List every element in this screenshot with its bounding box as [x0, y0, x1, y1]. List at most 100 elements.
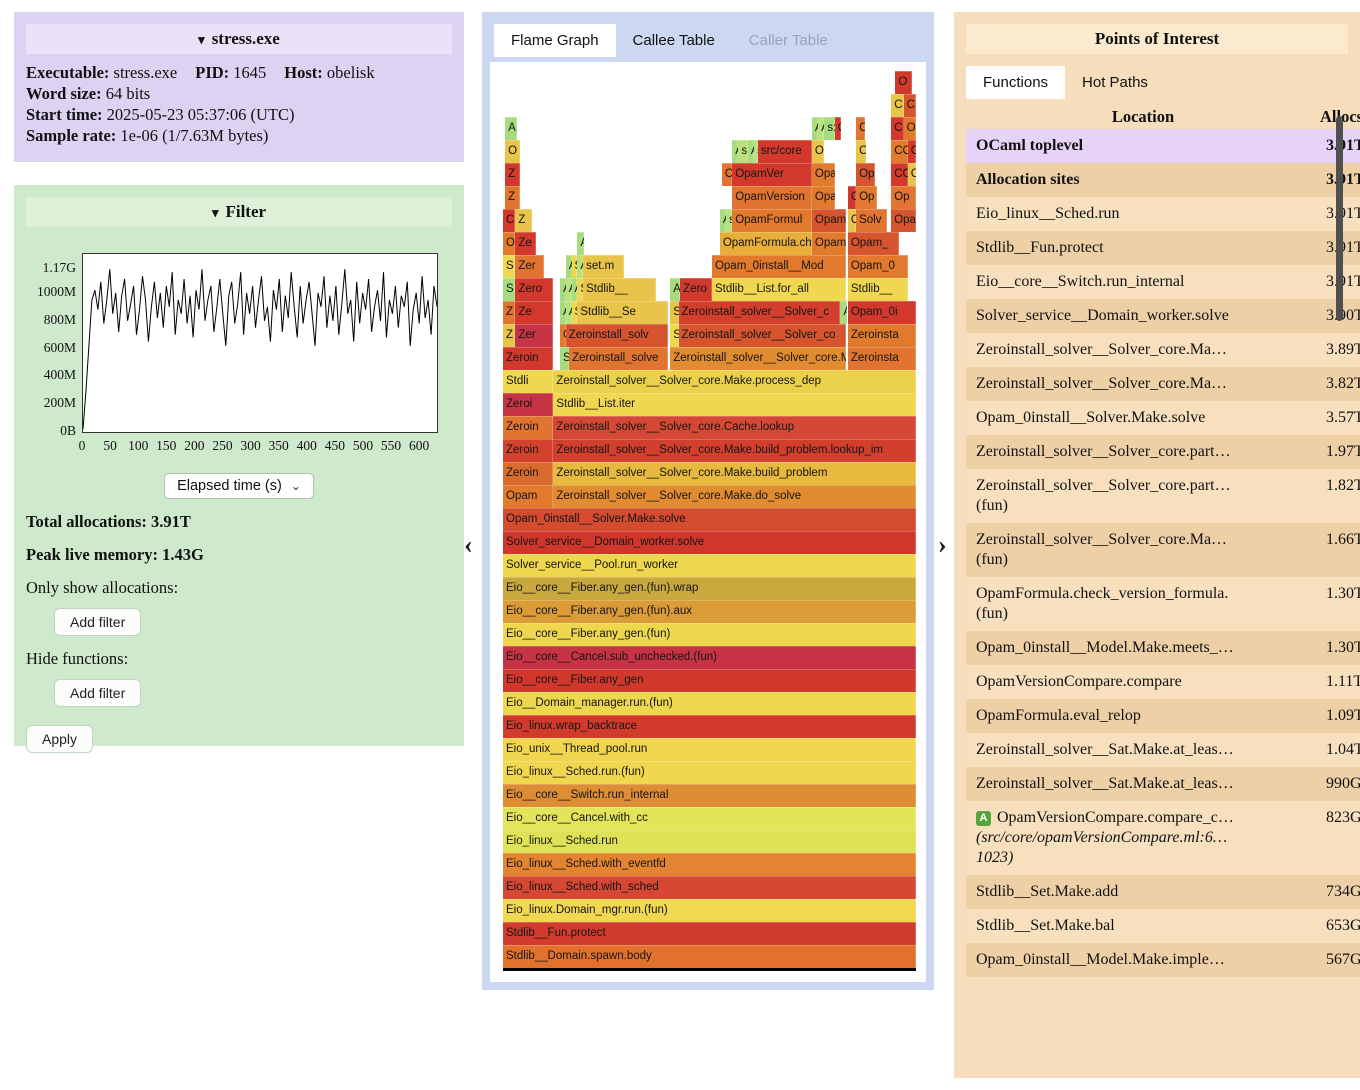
add-allocation-filter-button[interactable]: Add filter: [54, 608, 141, 636]
flame-segment[interactable]: Opam_0install__Mod: [712, 255, 846, 278]
flame-segment[interactable]: Ze: [515, 232, 536, 255]
flame-segment[interactable]: Opam: [891, 209, 916, 232]
flame-segment[interactable]: Zeroin: [503, 462, 553, 485]
flame-segment[interactable]: Zeroinstall_solv: [566, 324, 668, 347]
flame-segment[interactable]: Stdlib__Fun.protect: [503, 922, 916, 945]
flame-segment[interactable]: Opam_: [812, 209, 846, 232]
flame-segment[interactable]: Eio__core__Fiber.any_gen.(fun).wrap: [503, 577, 916, 600]
flame-segment[interactable]: C: [891, 94, 903, 117]
poi-row[interactable]: Zeroinstall_solver__Sat.Make.at_leas…1.0…: [966, 733, 1360, 767]
flame-tab-callee-table[interactable]: Callee Table: [616, 24, 732, 57]
flame-segment[interactable]: Ze: [515, 301, 553, 324]
flame-segment[interactable]: set.m: [583, 255, 624, 278]
flame-segment[interactable]: Stdlib__List.for_all: [712, 278, 846, 301]
flame-segment[interactable]: Stdlib__: [583, 278, 656, 301]
flame-segment[interactable]: C: [908, 140, 916, 163]
flame-segment[interactable]: C: [908, 163, 916, 186]
flame-tab-flame-graph[interactable]: Flame Graph: [494, 24, 616, 57]
flame-segment[interactable]: Stdlib__: [848, 278, 908, 301]
flame-segment[interactable]: A: [840, 301, 847, 324]
flame-segment[interactable]: Zeroin: [503, 416, 553, 439]
flame-segment[interactable]: CC: [891, 163, 908, 186]
flame-segment[interactable]: Zeroinsta: [848, 347, 916, 370]
flame-segment[interactable]: Zeroinstall_solver__Solver_core.Make.bui…: [553, 462, 916, 485]
flame-segment[interactable]: Opam: [812, 163, 836, 186]
flame-segment[interactable]: Zer: [515, 255, 544, 278]
flame-segment[interactable]: Op: [722, 163, 732, 186]
poi-row[interactable]: Eio_linux__Sched.run3.91T: [966, 197, 1360, 231]
flame-segment[interactable]: Z: [505, 163, 519, 186]
flame-segment[interactable]: Eio_linux__Sched.with_eventfd: [503, 853, 916, 876]
poi-row[interactable]: OCaml toplevel3.91T: [966, 129, 1360, 163]
flame-segment[interactable]: Zer: [515, 324, 553, 347]
poi-row[interactable]: OpamFormula.check_version_formula.(fun)1…: [966, 577, 1360, 631]
flame-graph-canvas[interactable]: Stdlib__Domain.spawn.bodyStdlib__Fun.pro…: [503, 68, 916, 968]
filter-panel-header[interactable]: ▾Filter: [26, 197, 452, 227]
flame-segment[interactable]: Eio_unix__Thread_pool.run: [503, 738, 916, 761]
flame-segment[interactable]: Stdlib__Se: [577, 301, 668, 324]
flame-segment[interactable]: CO: [891, 140, 908, 163]
chart-plot-area[interactable]: [82, 253, 438, 433]
flame-segment[interactable]: OpamFormula.ch: [720, 232, 812, 255]
flame-segment[interactable]: Zero: [680, 278, 712, 301]
flame-segment[interactable]: Solv: [856, 209, 887, 232]
flame-segment[interactable]: Op: [856, 163, 875, 186]
poi-row[interactable]: AOpamVersionCompare.compare_c…(src/core/…: [966, 801, 1360, 875]
flame-segment[interactable]: Solver_service__Pool.run_worker: [503, 554, 916, 577]
poi-tab-functions[interactable]: Functions: [966, 66, 1065, 99]
flame-segment[interactable]: Stdlib__List.iter: [553, 393, 916, 416]
flame-segment[interactable]: Opam_0install__Solver.Make.solve: [503, 508, 916, 531]
flame-segment[interactable]: Zeroinstall_solve: [569, 347, 668, 370]
poi-row[interactable]: Stdlib__Fun.protect3.91T: [966, 231, 1360, 265]
flame-segment[interactable]: Opam_0i: [848, 301, 916, 324]
flame-segment[interactable]: Solver_service__Domain_worker.solve: [503, 531, 916, 554]
flame-segment[interactable]: Eio_linux__Sched.run.(fun): [503, 761, 916, 784]
flame-segment[interactable]: Stdlib__Domain.spawn.body: [503, 945, 916, 968]
info-panel-header[interactable]: ▾stress.exe: [26, 24, 452, 54]
flame-segment[interactable]: Zero: [515, 278, 553, 301]
flame-segment[interactable]: Opam_0: [848, 255, 908, 278]
flame-segment[interactable]: Zeroin: [503, 347, 553, 370]
flame-segment[interactable]: Zeroi: [503, 393, 553, 416]
poi-row[interactable]: Zeroinstall_solver__Solver_core.Ma…3.89T: [966, 333, 1360, 367]
flame-segment[interactable]: O: [856, 140, 865, 163]
flame-segment[interactable]: Zeroinstall_solver__Solver_core.Cache.lo…: [553, 416, 916, 439]
flame-segment[interactable]: C: [904, 94, 916, 117]
poi-row[interactable]: Opam_0install__Solver.Make.solve3.57T: [966, 401, 1360, 435]
flame-segment[interactable]: s:: [738, 140, 747, 163]
flame-segment[interactable]: Opam: [812, 186, 836, 209]
flame-segment[interactable]: O: [505, 140, 519, 163]
flame-segment[interactable]: Zeroinstall_solver__Solver_c: [679, 301, 841, 324]
flame-segment[interactable]: Zeroinstall_solver__Solver_co: [679, 324, 846, 347]
flame-segment[interactable]: S: [560, 347, 569, 370]
flame-segment[interactable]: Eio_linux.wrap_backtrace: [503, 715, 916, 738]
flame-segment[interactable]: St: [670, 301, 678, 324]
flame-segment[interactable]: OpamFormul: [732, 209, 812, 232]
flame-segment[interactable]: Eio__core__Switch.run_internal: [503, 784, 916, 807]
flame-segment[interactable]: src/core: [758, 140, 812, 163]
poi-row[interactable]: Zeroinstall_solver__Solver_core.Ma…3.82T: [966, 367, 1360, 401]
flame-segment[interactable]: C: [848, 186, 856, 209]
flame-segment[interactable]: Zeroinstall_solver__Solver_core.Make.pro…: [553, 370, 916, 393]
flame-segment[interactable]: OpamVersion: [732, 186, 812, 209]
flame-segment[interactable]: O: [895, 71, 912, 94]
flame-segment[interactable]: A: [670, 278, 680, 301]
pan-left-icon[interactable]: ‹: [464, 530, 473, 560]
memory-usage-chart[interactable]: 1.17G1000M800M600M400M200M0B050100150200…: [14, 241, 464, 463]
flame-segment[interactable]: Zeroinstall_solver__Solver_core.Make.do_…: [553, 485, 916, 508]
x-axis-selector[interactable]: Elapsed time (s) ⌄: [164, 473, 314, 499]
flame-segment[interactable]: OpamVer: [732, 163, 812, 186]
flame-segment[interactable]: s:: [824, 117, 834, 140]
flame-segment[interactable]: Z: [503, 324, 515, 347]
flame-segment[interactable]: Op: [856, 186, 877, 209]
flame-segment[interactable]: O: [904, 117, 916, 140]
flame-segment[interactable]: C: [856, 117, 865, 140]
flame-segment[interactable]: Op: [812, 140, 824, 163]
poi-scrollbar[interactable]: [1336, 116, 1343, 321]
flame-segment[interactable]: C: [503, 209, 515, 232]
flame-segment[interactable]: S: [503, 255, 515, 278]
flame-segment[interactable]: Zeroinsta: [848, 324, 916, 347]
apply-button[interactable]: Apply: [26, 725, 93, 753]
poi-tab-hot-paths[interactable]: Hot Paths: [1065, 66, 1165, 99]
poi-row[interactable]: Opam_0install__Model.Make.meets_…1.30T: [966, 631, 1360, 665]
